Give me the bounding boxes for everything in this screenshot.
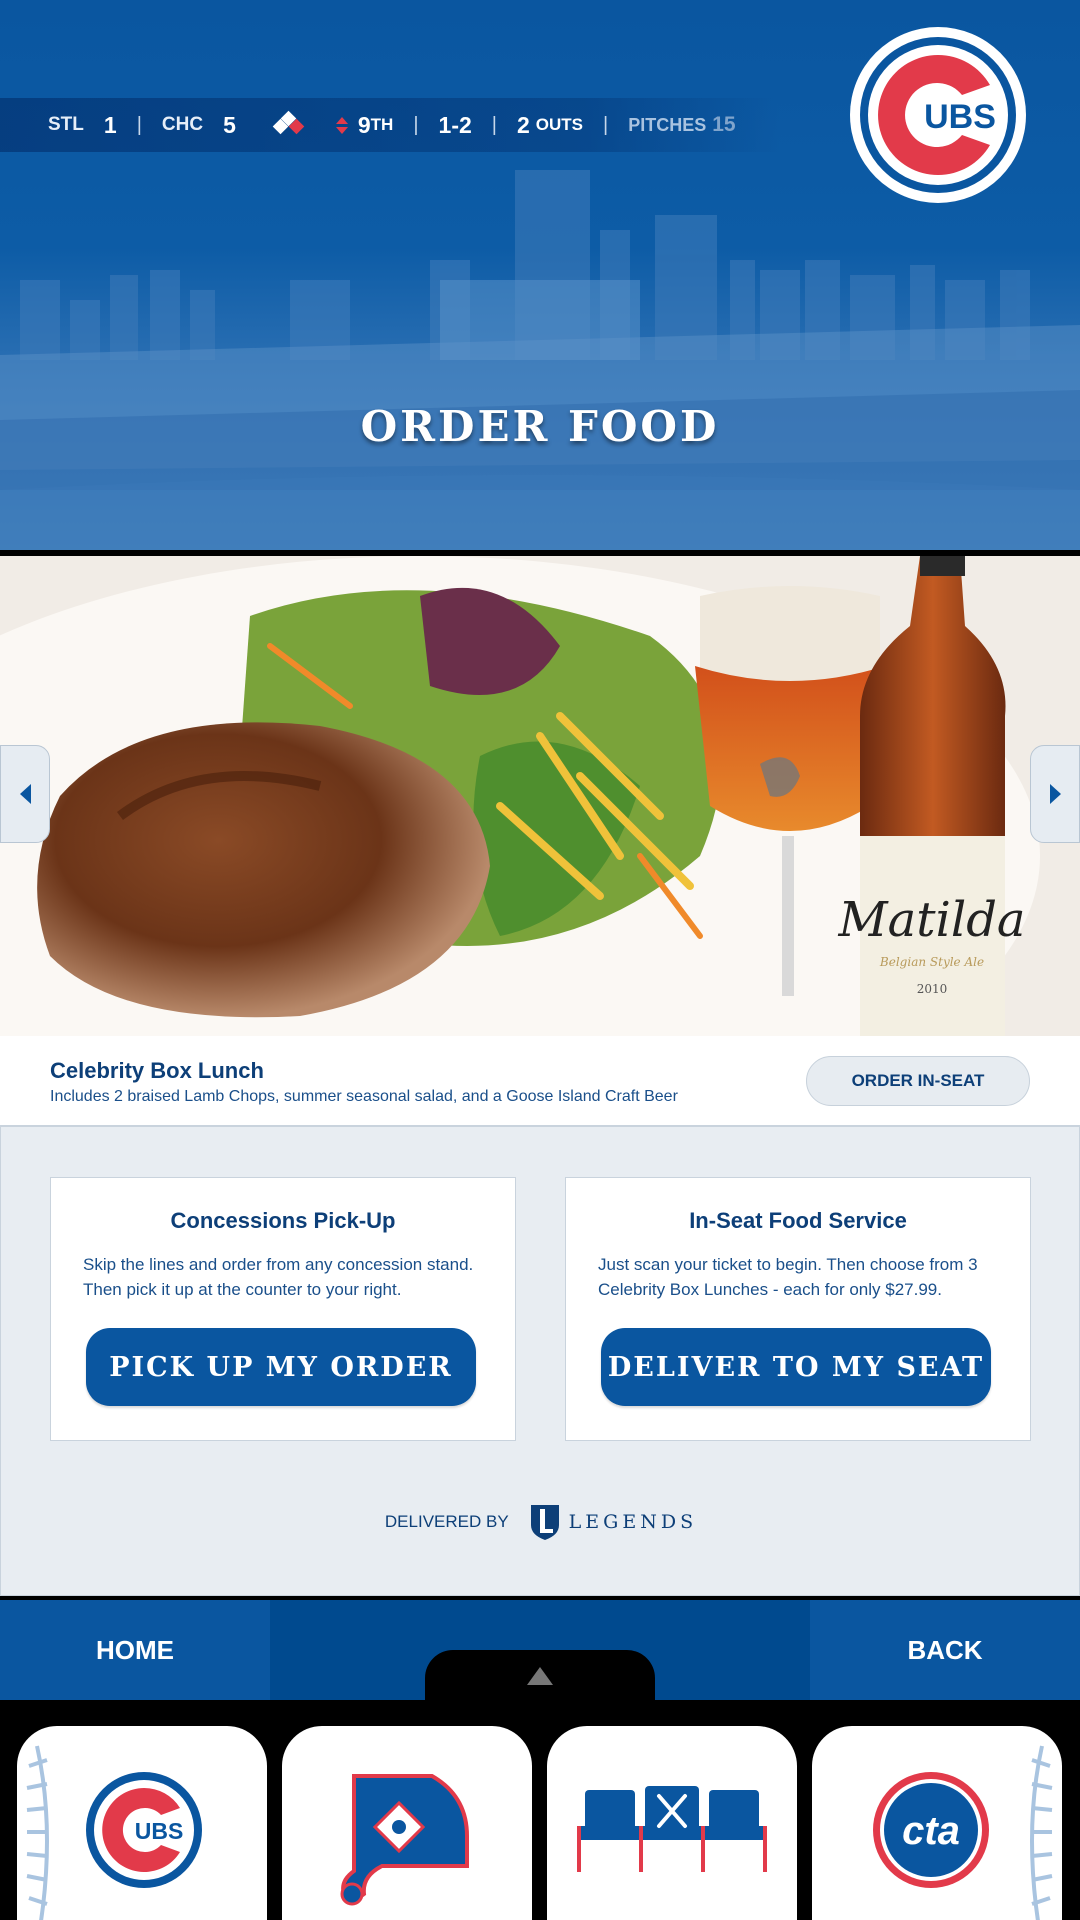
inseat-title: In-Seat Food Service	[689, 1208, 907, 1233]
deliver-to-my-seat-button[interactable]: DELIVER TO MY SEAT	[601, 1328, 991, 1406]
ballpark-map-icon	[340, 1774, 469, 1906]
chevron-left-icon	[19, 784, 31, 804]
bottle-sublabel: Belgian Style Ale	[879, 955, 984, 969]
pitches-value: 15	[712, 113, 736, 136]
tile-cta-text: cta	[902, 1809, 960, 1853]
separator: |	[603, 113, 609, 136]
cubs-logo[interactable]: UBS	[850, 27, 1026, 203]
food-photo: Matilda Belgian Style Ale 2010	[0, 556, 1080, 1036]
app-drawer: UBS cta	[0, 1700, 1080, 1920]
home-team: CHC	[161, 114, 204, 135]
bases-diamond-icon	[272, 110, 306, 138]
away-team: STL	[48, 114, 84, 135]
legends-brand: LEGENDS	[568, 1511, 698, 1533]
separator: |	[413, 113, 419, 136]
food-seat-icon	[577, 1786, 767, 1872]
home-button[interactable]: HOME	[0, 1600, 270, 1700]
inning-arrows-icon	[335, 116, 348, 134]
pickup-text: Skip the lines and order from any conces…	[83, 1255, 474, 1299]
outs-label: OUTS	[535, 115, 584, 134]
carousel-next-button[interactable]	[1030, 745, 1080, 843]
home-score: 5	[223, 111, 236, 138]
chevron-right-icon	[1049, 784, 1061, 804]
pickup-card: Concessions Pick-Up Skip the lines and o…	[50, 1177, 516, 1441]
separator: |	[136, 113, 142, 136]
outs-number: 2	[516, 111, 530, 138]
away-score: 1	[103, 111, 117, 138]
carousel-prev-button[interactable]	[0, 745, 50, 843]
back-button[interactable]: BACK	[810, 1600, 1080, 1700]
page-title: ORDER FOOD	[360, 402, 720, 451]
bottle-year: 2010	[917, 982, 948, 996]
cta-logo-icon: cta	[873, 1745, 1053, 1920]
inning-suffix: TH	[370, 115, 394, 134]
item-description: Includes 2 braised Lamb Chops, summer se…	[50, 1088, 678, 1105]
separator: |	[491, 113, 497, 136]
pick-up-my-order-button[interactable]: PICK UP MY ORDER	[86, 1328, 476, 1406]
delivered-by: DELIVERED BY LEGENDS	[1, 1503, 1080, 1541]
item-name: Celebrity Box Lunch	[50, 1058, 264, 1083]
legends-shield-icon	[530, 1505, 559, 1540]
inning: 9 TH	[335, 111, 394, 139]
tile-logo-text: UBS	[135, 1818, 184, 1844]
pitches-label: PITCHES	[628, 114, 707, 135]
pickup-title: Concessions Pick-Up	[170, 1208, 396, 1233]
drawer-tile-cta[interactable]: cta	[812, 1726, 1062, 1920]
drawer-tile-cubs[interactable]: UBS	[17, 1726, 267, 1920]
featured-food-image: Matilda Belgian Style Ale 2010	[0, 556, 1080, 1036]
inning-number: 9	[357, 111, 371, 138]
hero-banner: STL 1 | CHC 5 9 TH | 1-2 | 2 OUTS | PITCH…	[0, 0, 1080, 550]
pitch-count: 1-2	[438, 111, 472, 138]
cubs-logo-icon: UBS	[26, 1745, 202, 1920]
cubs-logo-icon: UBS	[860, 37, 1016, 193]
bottle-label: Matilda	[837, 892, 1025, 948]
stadium-skyline-image	[0, 170, 1080, 550]
inseat-card: In-Seat Food Service Just scan your tick…	[565, 1177, 1031, 1441]
drawer-toggle-button[interactable]	[425, 1650, 655, 1702]
logo-text: UBS	[924, 98, 996, 136]
chevron-up-icon	[527, 1667, 553, 1685]
delivered-by-label: DELIVERED BY	[384, 1512, 509, 1531]
drawer-tile-food-service[interactable]	[547, 1726, 797, 1920]
inseat-text: Just scan your ticket to begin. Then cho…	[598, 1255, 978, 1299]
order-in-seat-button[interactable]: ORDER IN-SEAT	[806, 1056, 1030, 1106]
order-options-panel: Concessions Pick-Up Skip the lines and o…	[0, 1126, 1080, 1596]
drawer-tile-ballpark-map[interactable]	[282, 1726, 532, 1920]
featured-item-row: Celebrity Box Lunch Includes 2 braised L…	[0, 1036, 1080, 1126]
scoreboard: STL 1 | CHC 5 9 TH | 1-2 | 2 OUTS | PITCH…	[0, 98, 780, 152]
